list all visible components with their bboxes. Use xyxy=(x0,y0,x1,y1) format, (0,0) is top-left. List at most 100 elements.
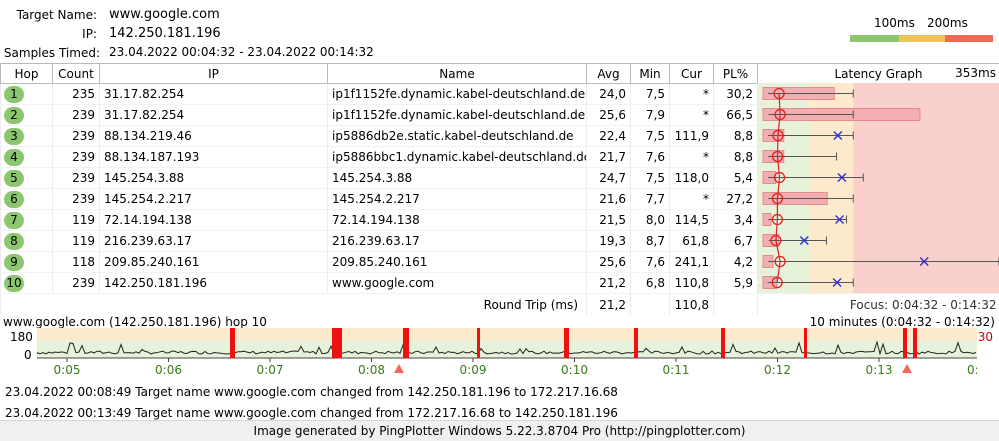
hop-badge: 7 xyxy=(4,212,24,229)
hop-min: 7,9 xyxy=(631,105,670,126)
packet-loss-spike xyxy=(564,328,569,358)
packet-loss-spike xyxy=(721,328,725,358)
hop-ip: 72.14.194.138 xyxy=(100,210,328,231)
hop-cell: 5 xyxy=(1,168,53,189)
hop-name: 145.254.3.88 xyxy=(328,168,587,189)
hop-cur: 114,5 xyxy=(670,210,714,231)
hop-min: 7,6 xyxy=(631,252,670,273)
hop-badge: 1 xyxy=(4,86,24,103)
hop-count: 239 xyxy=(53,147,100,168)
hop-cur: 118,0 xyxy=(670,168,714,189)
hop-avg: 21,5 xyxy=(587,210,631,231)
hop-cur: * xyxy=(670,147,714,168)
timeline-tick-label: 0:11 xyxy=(663,363,690,377)
col-name[interactable]: Name xyxy=(328,64,587,84)
hop-cur: 241,1 xyxy=(670,252,714,273)
hop-count: 118 xyxy=(53,252,100,273)
col-ip[interactable]: IP xyxy=(100,64,328,84)
col-min[interactable]: Min xyxy=(631,64,670,84)
col-hop[interactable]: Hop xyxy=(1,64,53,84)
hop-cur: 110,8 xyxy=(670,273,714,294)
footer-credit: Image generated by PingPlotter Windows 5… xyxy=(0,420,999,441)
hop-min: 7,5 xyxy=(631,168,670,189)
hop-pl: 5,9 xyxy=(714,273,758,294)
hop-name: ip5886db2e.static.kabel-deutschland.de xyxy=(328,126,587,147)
col-count[interactable]: Count xyxy=(53,64,100,84)
hop-cell: 8 xyxy=(1,231,53,252)
ip-value: 142.250.181.196 xyxy=(109,26,221,41)
hop-name: 209.85.240.161 xyxy=(328,252,587,273)
hop-name: 216.239.63.17 xyxy=(328,231,587,252)
timeline-title: www.google.com (142.250.181.196) hop 10 xyxy=(3,315,267,329)
hop-ip: 31.17.82.254 xyxy=(100,105,328,126)
summary-header: Target Name: www.google.com IP: 142.250.… xyxy=(0,0,999,63)
log-entry: 23.04.2022 00:08:49 Target name www.goog… xyxy=(5,385,618,399)
hop-name: 72.14.194.138 xyxy=(328,210,587,231)
hop-pl: 66,5 xyxy=(714,105,758,126)
hop-pl: 8,8 xyxy=(714,147,758,168)
hop-count: 119 xyxy=(53,210,100,231)
event-marker xyxy=(902,364,912,373)
roundtrip-avg: 21,2 xyxy=(587,294,631,316)
hop-badge: 5 xyxy=(4,170,24,187)
packet-loss-spike xyxy=(634,328,638,358)
hop-badge: 10 xyxy=(4,275,24,292)
hop-avg: 21,6 xyxy=(587,189,631,210)
hop-name: ip1f1152fe.dynamic.kabel-deutschland.de xyxy=(328,84,587,105)
col-latency-graph[interactable]: Latency Graph 353ms xyxy=(758,64,999,84)
hop-cur: 61,8 xyxy=(670,231,714,252)
hop-count: 239 xyxy=(53,189,100,210)
hop-count: 239 xyxy=(53,273,100,294)
hop-avg: 22,4 xyxy=(587,126,631,147)
hop-min: 6,8 xyxy=(631,273,670,294)
hop-cur: * xyxy=(670,84,714,105)
hop-avg: 19,3 xyxy=(587,231,631,252)
hop-ip: 216.239.63.17 xyxy=(100,231,328,252)
hop-ip: 88.134.187.193 xyxy=(100,147,328,168)
packet-loss-spike xyxy=(903,328,907,358)
hop-cell: 10 xyxy=(1,273,53,294)
hop-count: 239 xyxy=(53,126,100,147)
hop-min: 8,7 xyxy=(631,231,670,252)
hop-pl: 27,2 xyxy=(714,189,758,210)
timeline-zone-good xyxy=(37,340,977,358)
timeline-tick-label: 0:06 xyxy=(155,363,182,377)
target-name-label: Target Name: xyxy=(0,8,97,22)
hop-cell: 2 xyxy=(1,105,53,126)
hop-count: 235 xyxy=(53,84,100,105)
hop-pl: 8,8 xyxy=(714,126,758,147)
hop-avg: 24,7 xyxy=(587,168,631,189)
timeline-tick-label: 0:10 xyxy=(561,363,588,377)
latency-graph xyxy=(757,83,999,293)
hop-cell: 4 xyxy=(1,147,53,168)
hop-cur: 111,9 xyxy=(670,126,714,147)
timeline-tick-label: 0:14 xyxy=(967,363,977,377)
hop-badge: 4 xyxy=(4,149,24,166)
hop-ip: 145.254.3.88 xyxy=(100,168,328,189)
timeline-chart[interactable]: 0:050:060:070:080:090:100:110:120:130:14 xyxy=(37,328,977,377)
hop-pl: 5,4 xyxy=(714,168,758,189)
hop-cell: 1 xyxy=(1,84,53,105)
hop-badge: 9 xyxy=(4,254,24,271)
timeline-tick-label: 0:05 xyxy=(54,363,81,377)
timeline-y-top: 180 xyxy=(10,330,33,344)
hop-ip: 209.85.240.161 xyxy=(100,252,328,273)
packet-loss-spike xyxy=(332,328,342,358)
samples-timed-label: Samples Timed: xyxy=(0,46,100,60)
col-avg[interactable]: Avg xyxy=(587,64,631,84)
col-pl[interactable]: PL% xyxy=(714,64,758,84)
samples-timed-value: 23.04.2022 00:04:32 - 23.04.2022 00:14:3… xyxy=(109,45,374,59)
hop-count: 239 xyxy=(53,168,100,189)
hop-ip: 142.250.181.196 xyxy=(100,273,328,294)
timeline-y-bottom: 0 xyxy=(24,348,32,362)
col-cur[interactable]: Cur xyxy=(670,64,714,84)
packet-loss-spike xyxy=(913,328,917,358)
hop-badge: 6 xyxy=(4,191,24,208)
focus-range: Focus: 0:04:32 - 0:14:32 xyxy=(758,294,999,316)
timeline-tick-label: 0:07 xyxy=(257,363,284,377)
timeline-pl-scale: 30 xyxy=(978,330,993,344)
hop-min: 7,6 xyxy=(631,147,670,168)
hop-name: ip5886bbc1.dynamic.kabel-deutschland.de xyxy=(328,147,587,168)
hop-pl: 6,7 xyxy=(714,231,758,252)
hop-min: 7,5 xyxy=(631,126,670,147)
